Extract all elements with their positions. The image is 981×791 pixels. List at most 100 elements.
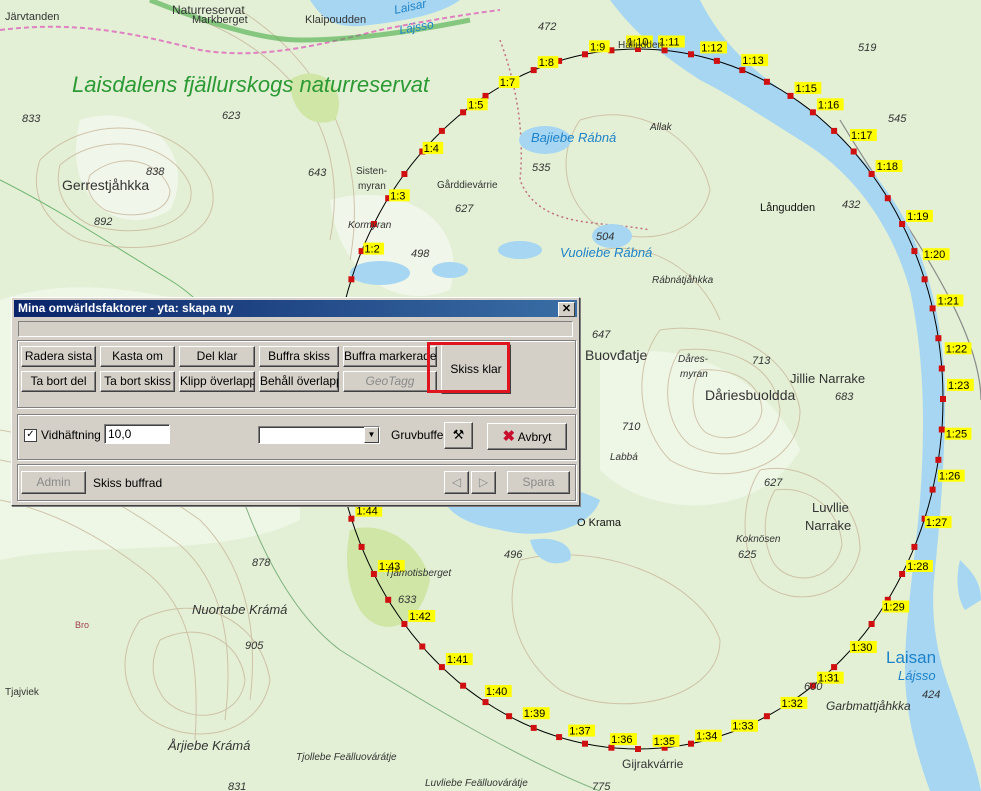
place-label: Kormyran: [348, 220, 392, 231]
vertex-label: 1:8: [539, 57, 554, 69]
sketch-vertex[interactable]: [899, 571, 906, 577]
layer-dropdown[interactable]: ▼: [258, 426, 380, 444]
sketch-vertex[interactable]: [921, 276, 928, 283]
place-label: Luvliebe Feälluovárátje: [425, 778, 528, 789]
sketch-vertex[interactable]: [831, 664, 838, 671]
sketch-vertex[interactable]: [688, 51, 694, 58]
sketch-vertex[interactable]: [358, 543, 365, 550]
place-label: Järvtanden: [5, 11, 59, 23]
ta-bort-skiss-button[interactable]: Ta bort skiss: [100, 371, 175, 392]
sketch-vertex[interactable]: [938, 365, 945, 372]
sketch-vertex[interactable]: [688, 740, 694, 747]
place-label: Luvllie: [812, 500, 849, 515]
sketch-vertex[interactable]: [868, 171, 875, 177]
sketch-vertex[interactable]: [460, 682, 467, 689]
sketch-vertex[interactable]: [938, 426, 945, 433]
sketch-vertex[interactable]: [739, 67, 746, 74]
mine-icon: ⚒: [452, 427, 465, 442]
sketch-vertex[interactable]: [582, 51, 588, 58]
vidhaftning-checkbox[interactable]: ✓: [24, 429, 37, 442]
sketch-vertex[interactable]: [899, 221, 906, 227]
sketch-vertex[interactable]: [935, 456, 942, 463]
vertex-label: 1:20: [924, 249, 945, 261]
sketch-vertex[interactable]: [763, 78, 770, 85]
sketch-vertex[interactable]: [506, 713, 513, 720]
sketch-vertex[interactable]: [713, 57, 720, 64]
vertex-label: 1:2: [364, 244, 379, 256]
sketch-vertex[interactable]: [582, 740, 588, 747]
sketch-vertex[interactable]: [401, 171, 408, 177]
sketch-vertex[interactable]: [763, 713, 770, 720]
sketch-vertex[interactable]: [929, 305, 936, 312]
previous-button[interactable]: ◁: [444, 471, 469, 494]
sketch-vertex[interactable]: [370, 571, 377, 577]
radera-sista-button[interactable]: Radera sista: [21, 346, 96, 367]
options-group: ✓ Vidhäftning 10,0 ▼ Gruvbuffer ⚒ ✖ Avbr…: [17, 414, 576, 460]
vertex-label: 1:41: [447, 654, 468, 666]
sketch-vertex[interactable]: [348, 276, 355, 283]
kasta-om-button[interactable]: Kasta om: [100, 346, 175, 367]
avbryt-button[interactable]: ✖ Avbryt: [487, 423, 567, 450]
sketch-vertex[interactable]: [868, 621, 875, 627]
svg-text:633: 633: [398, 594, 417, 606]
place-label: Markberget: [192, 14, 248, 26]
buffra-skiss-button[interactable]: Buffra skiss: [259, 346, 339, 367]
vertex-label: 1:37: [569, 726, 590, 738]
sketch-vertex[interactable]: [850, 148, 857, 155]
svg-text:504: 504: [596, 231, 614, 243]
sketch-vertex[interactable]: [884, 195, 891, 202]
klipp-overlapp-button[interactable]: Klipp överlapp: [179, 371, 255, 392]
sketch-vertex[interactable]: [482, 92, 489, 99]
svg-text:600: 600: [804, 681, 823, 693]
vertex-label: 1:34: [696, 731, 717, 743]
sketch-vertex[interactable]: [831, 127, 838, 134]
next-button[interactable]: ▷: [471, 471, 496, 494]
vertex-label: 1:32: [782, 698, 803, 710]
geotagg-button[interactable]: GeoTagg: [343, 371, 437, 392]
sketch-vertex[interactable]: [530, 67, 537, 74]
sketch-vertex[interactable]: [635, 746, 641, 752]
sketch-vertex[interactable]: [460, 109, 467, 116]
sketch-vertex[interactable]: [911, 543, 918, 550]
sketch-vertex[interactable]: [940, 396, 946, 402]
vertex-label: 1:36: [611, 734, 632, 746]
ta-bort-del-button[interactable]: Ta bort del: [21, 371, 96, 392]
sketch-vertex[interactable]: [929, 486, 936, 493]
chevron-down-icon[interactable]: ▼: [364, 427, 379, 443]
sketch-vertex[interactable]: [935, 335, 942, 342]
svg-text:627: 627: [455, 203, 474, 215]
sketch-vertex[interactable]: [787, 92, 794, 99]
close-icon: ✕: [561, 303, 572, 315]
close-button[interactable]: ✕: [558, 302, 575, 317]
sketch-vertex[interactable]: [348, 515, 355, 522]
place-label: Jillie Narrake: [790, 371, 865, 386]
vertex-label: 1:25: [946, 429, 967, 441]
sketch-vertex[interactable]: [530, 724, 537, 731]
sketch-vertex[interactable]: [809, 109, 816, 116]
gruvbuffer-button[interactable]: ⚒: [444, 422, 473, 449]
behall-overlapp-button[interactable]: Behåll överlapp: [259, 371, 339, 392]
buffra-markerade-button[interactable]: Buffra markerade: [343, 346, 437, 367]
del-klar-button[interactable]: Del klar: [179, 346, 255, 367]
gruvbuffer-label: Gruvbuffer: [391, 428, 448, 442]
sketch-vertex[interactable]: [482, 699, 489, 706]
svg-text:833: 833: [22, 113, 41, 125]
svg-text:535: 535: [532, 162, 551, 174]
sketch-vertex[interactable]: [438, 664, 445, 671]
vidhaftning-input[interactable]: 10,0: [104, 424, 170, 444]
vertex-label: 1:27: [926, 517, 947, 529]
place-label: Narrake: [805, 518, 851, 533]
admin-button[interactable]: Admin: [21, 471, 86, 494]
place-label: Garbmattjåhkka: [826, 699, 911, 713]
dialog-titlebar[interactable]: Mina omvärldsfaktorer - yta: skapa ny ✕: [14, 300, 577, 317]
sketch-vertex[interactable]: [438, 127, 445, 134]
sketch-vertex[interactable]: [556, 734, 563, 741]
sketch-vertex[interactable]: [419, 643, 426, 650]
lake-kormyran: [350, 261, 410, 285]
vertex-label: 1:28: [907, 561, 928, 573]
place-label: Sisten-: [356, 166, 387, 177]
sketch-vertex[interactable]: [401, 621, 408, 627]
sketch-vertex[interactable]: [385, 596, 392, 603]
sketch-vertex[interactable]: [911, 248, 918, 255]
spara-button[interactable]: Spara: [507, 471, 570, 494]
